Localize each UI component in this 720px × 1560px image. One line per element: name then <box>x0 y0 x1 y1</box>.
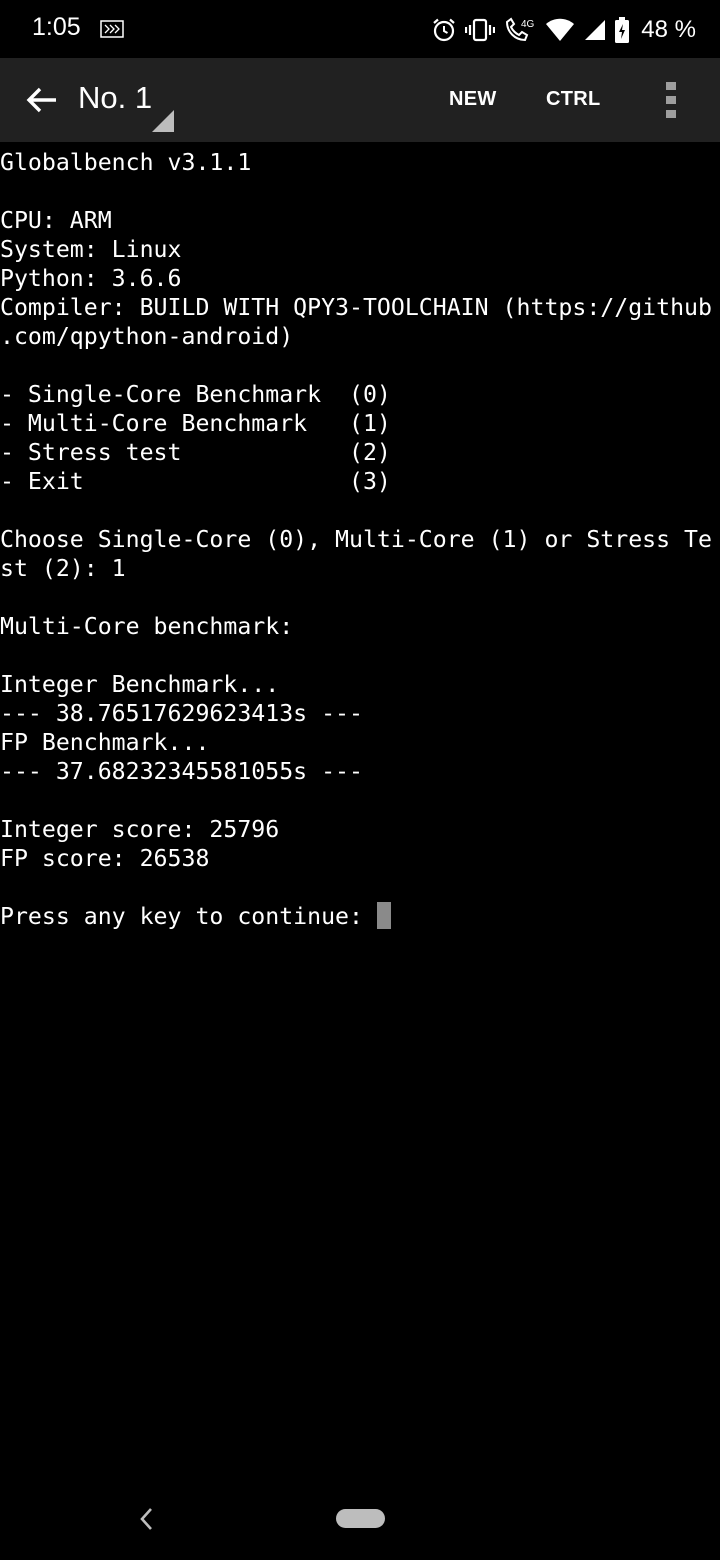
battery-icon <box>615 17 630 43</box>
terminal-line: - Multi-Core Benchmark (1) <box>0 410 391 437</box>
terminal-line: FP Benchmark... <box>0 729 210 756</box>
vibrate-icon <box>465 18 496 42</box>
status-icons: 4G 48 % <box>431 14 696 46</box>
session-spinner[interactable]: No. 1 <box>76 72 176 132</box>
terminal-line: st (2): 1 <box>0 555 126 582</box>
terminal-line: Choose Single-Core (0), Multi-Core (1) o… <box>0 526 712 553</box>
alarm-icon <box>433 18 456 42</box>
terminal-line: Integer score: 25796 <box>0 816 280 843</box>
more-vert-icon[interactable] <box>652 80 690 120</box>
nav-home-pill-icon[interactable] <box>336 1509 385 1528</box>
session-title: No. 1 <box>78 80 153 115</box>
terminal-line: Multi-Core benchmark: <box>0 613 294 640</box>
volte-call-icon: 4G <box>506 17 535 42</box>
battery-percent: 48 % <box>641 16 696 43</box>
terminal-line: Compiler: BUILD WITH QPY3-TOOLCHAIN (htt… <box>0 294 712 321</box>
wifi-icon <box>546 18 575 41</box>
terminal-line: - Single-Core Benchmark (0) <box>0 381 391 408</box>
terminal-line: Globalbench v3.1.1 <box>0 149 252 176</box>
prompt-text: Press any key to continue: <box>0 903 377 930</box>
terminal-line: .com/qpython-android) <box>0 323 294 350</box>
terminal-prompt-line: Press any key to continue: <box>0 902 720 931</box>
notification-icon <box>100 20 124 38</box>
nav-back-icon[interactable] <box>134 1504 160 1534</box>
ctrl-button[interactable]: CTRL <box>546 88 601 111</box>
terminal-line: Python: 3.6.6 <box>0 265 182 292</box>
terminal-line: - Stress test (2) <box>0 439 391 466</box>
terminal-cursor <box>376 902 391 929</box>
svg-text:4G: 4G <box>521 19 535 30</box>
app-toolbar: No. 1 NEW CTRL <box>0 58 720 142</box>
terminal-line: --- 38.76517629623413s --- <box>0 700 363 727</box>
terminal-line: --- 37.68232345581055s --- <box>0 758 363 785</box>
terminal-line: System: Linux <box>0 236 182 263</box>
terminal-output[interactable]: Globalbench v3.1.1 CPU: ARM System: Linu… <box>0 148 720 1448</box>
status-time: 1:05 <box>32 13 81 41</box>
terminal-line: Integer Benchmark... <box>0 671 280 698</box>
terminal-line: CPU: ARM <box>0 207 112 234</box>
spinner-triangle-icon <box>152 110 174 132</box>
terminal-line: FP score: 26538 <box>0 845 210 872</box>
new-session-button[interactable]: NEW <box>449 88 497 111</box>
status-bar: 1:05 4G 48 % <box>0 0 720 58</box>
back-arrow-icon[interactable] <box>20 78 64 122</box>
terminal-line: - Exit (3) <box>0 468 391 495</box>
signal-icon <box>585 20 606 40</box>
